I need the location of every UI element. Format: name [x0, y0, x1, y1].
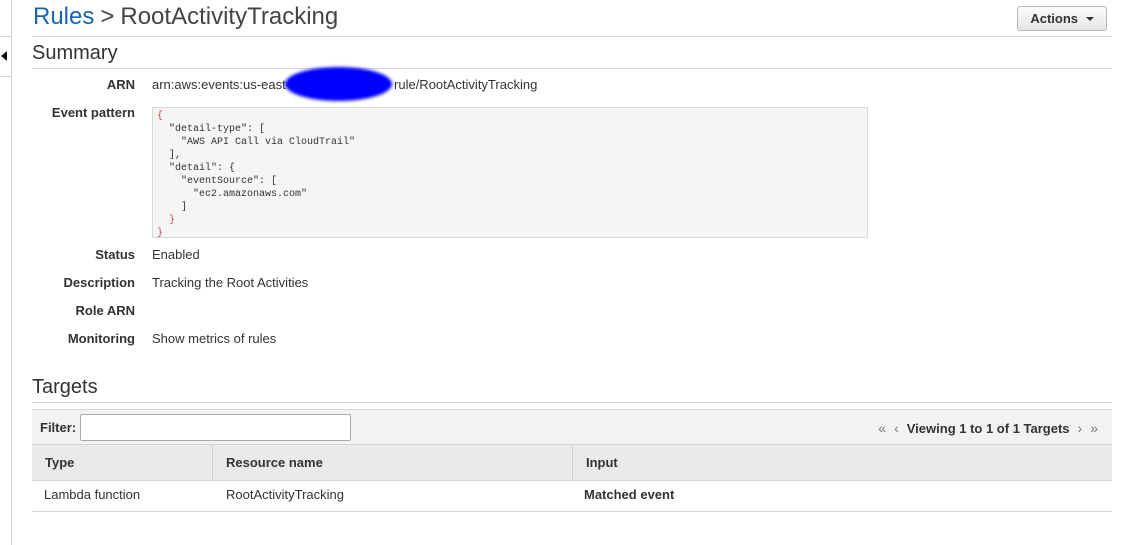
code-line: "detail-type": [	[157, 124, 266, 135]
page-title: RootActivityTracking	[120, 3, 339, 30]
page-header: Rules > RootActivityTracking Actions	[32, 0, 1112, 37]
pagination: « ‹ Viewing 1 to 1 of 1 Targets › »	[878, 420, 1098, 436]
description-value: Tracking the Root Activities	[152, 275, 309, 290]
breadcrumb-separator: >	[100, 3, 115, 30]
column-header-input[interactable]: Input	[572, 445, 1112, 480]
pagination-text: Viewing 1 to 1 of 1 Targets	[906, 420, 1070, 436]
breadcrumb-rules-link[interactable]: Rules	[33, 3, 94, 30]
code-line: ],	[157, 150, 182, 161]
actions-button[interactable]: Actions	[1017, 6, 1107, 31]
code-line: "ec2.amazonaws.com"	[157, 189, 308, 200]
table-header: Type Resource name Input	[32, 445, 1112, 481]
code-line: "AWS API Call via CloudTrail"	[157, 137, 356, 148]
code-line: "eventSource": [	[157, 176, 278, 187]
cell-type: Lambda function	[44, 487, 141, 502]
code-line: "detail": {	[157, 163, 236, 174]
event-pattern-label: Event pattern	[51, 105, 135, 120]
role-arn-label: Role ARN	[75, 303, 135, 318]
rail-divider-bottom	[0, 76, 11, 77]
table-row[interactable]: Lambda function RootActivityTracking Mat…	[32, 481, 1112, 510]
redaction-blob	[285, 67, 392, 101]
first-page-icon[interactable]: «	[878, 420, 886, 436]
collapse-sidebar-icon[interactable]	[1, 51, 7, 61]
actions-button-label: Actions	[1030, 11, 1078, 26]
code-line: {	[157, 111, 164, 122]
targets-section-title: Targets	[32, 374, 1112, 403]
rail-divider-top	[0, 0, 11, 37]
left-navigation-rail	[0, 0, 12, 545]
monitoring-label: Monitoring	[67, 331, 135, 346]
cell-resource-name-link[interactable]: RootActivityTracking	[226, 481, 344, 510]
filter-input[interactable]	[80, 414, 351, 441]
caret-down-icon	[1086, 16, 1094, 21]
cell-input: Matched event	[584, 487, 675, 502]
last-page-icon[interactable]: »	[1090, 420, 1098, 436]
status-value: Enabled	[152, 247, 200, 262]
column-header-type[interactable]: Type	[32, 445, 212, 480]
column-header-resource-name[interactable]: Resource name	[212, 445, 572, 480]
arn-value-prefix: arn:aws:events:us-east-	[152, 77, 291, 92]
breadcrumb: Rules > RootActivityTracking	[33, 3, 338, 31]
next-page-icon[interactable]: ›	[1078, 420, 1083, 436]
event-pattern-code: { "detail-type": [ "AWS API Call via Clo…	[152, 107, 868, 238]
filter-label: Filter:	[40, 420, 77, 435]
arn-value-suffix: rule/RootActivityTracking	[394, 77, 538, 92]
filter-bar: Filter: « ‹ Viewing 1 to 1 of 1 Targets …	[32, 409, 1112, 445]
description-label: Description	[63, 275, 135, 290]
status-label: Status	[95, 247, 135, 262]
code-line: }	[157, 215, 176, 226]
arn-label: ARN	[106, 77, 135, 92]
show-metrics-link[interactable]: Show metrics of rules	[152, 331, 276, 346]
previous-page-icon[interactable]: ‹	[894, 420, 899, 436]
code-line: }	[157, 228, 164, 238]
targets-table: Filter: « ‹ Viewing 1 to 1 of 1 Targets …	[32, 409, 1112, 512]
code-line: ]	[157, 202, 188, 213]
summary-section-title: Summary	[32, 40, 1112, 69]
